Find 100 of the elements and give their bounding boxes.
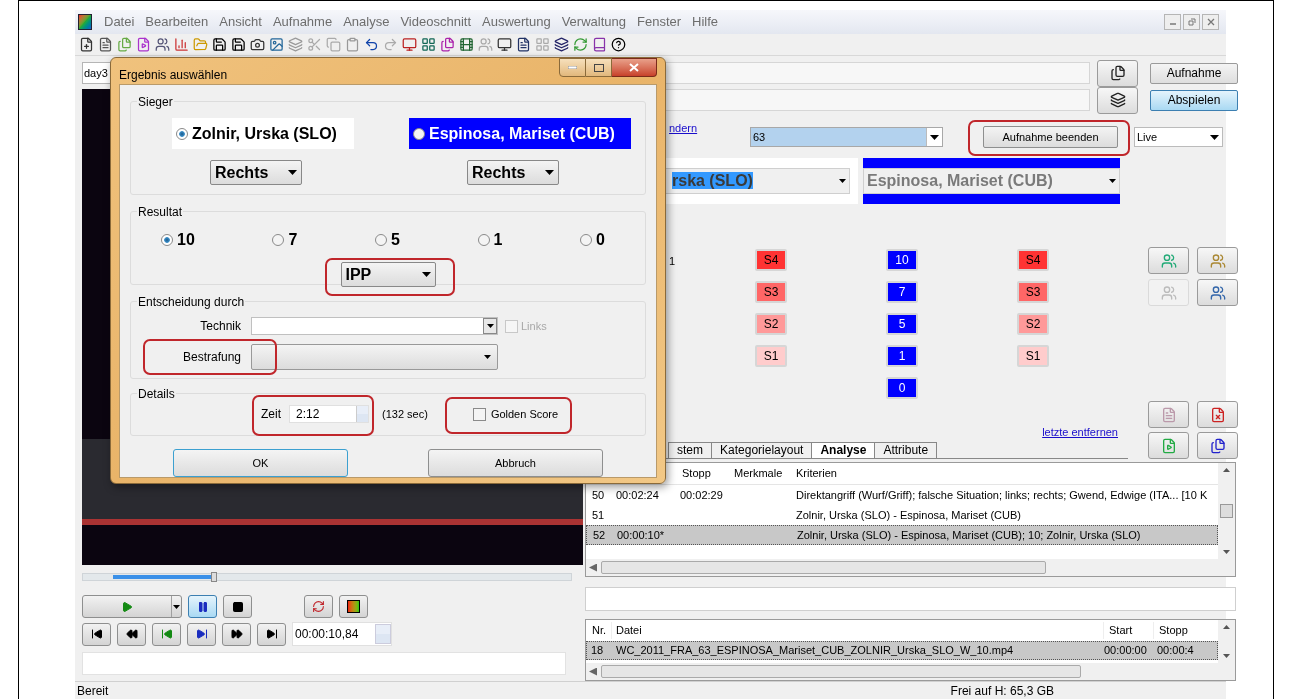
table-row[interactable]: 50 00:02:24 00:02:29 Direktangriff (Wurf/Griff); falsche Situation; links; rechts; Gwend, Edwige (ITA... [10 K <box>586 485 1218 505</box>
result-dropdown[interactable]: IPP <box>340 262 436 287</box>
play-file-button[interactable] <box>1148 432 1189 459</box>
radio-button[interactable] <box>176 127 188 140</box>
monitor-icon[interactable] <box>402 37 417 52</box>
people-icon[interactable] <box>155 37 170 52</box>
menu-item[interactable]: Videoschnitt <box>395 12 476 32</box>
score-button[interactable]: 7 <box>886 281 918 303</box>
change-link[interactable]: ndern <box>669 120 750 137</box>
athlete-combo[interactable]: Espinosa, Mariset (CUB) <box>863 158 1120 204</box>
grid-icon[interactable] <box>421 37 436 52</box>
rewind-button[interactable] <box>117 622 146 646</box>
camera-icon[interactable] <box>250 37 265 52</box>
table-row[interactable]: 52 00:00:10* Zolnir, Urska (SLO) - Espinosa, Mariset (CUB); 10; Zolnir, Urska (SLO) <box>586 525 1218 545</box>
tab[interactable]: Analyse <box>811 442 876 458</box>
radio-button[interactable] <box>161 234 173 246</box>
save-icon[interactable] <box>231 37 246 52</box>
bar-chart-icon[interactable] <box>174 37 189 52</box>
column-header[interactable]: Kriterien <box>792 465 837 482</box>
radio-button[interactable] <box>375 234 387 246</box>
column-header[interactable]: Start <box>1103 622 1153 639</box>
result-option[interactable]: 5 <box>375 228 400 252</box>
column-header[interactable]: Stopp <box>1153 622 1188 639</box>
stop-button[interactable] <box>223 595 252 618</box>
penalty-button[interactable]: S3 <box>1017 281 1049 303</box>
column-header[interactable]: Merkmale <box>732 465 792 482</box>
radio-button[interactable] <box>272 234 285 246</box>
marker-button[interactable] <box>339 595 368 618</box>
document-icon[interactable] <box>98 37 113 52</box>
record-button[interactable]: Aufnahme <box>1150 62 1238 84</box>
help-icon[interactable] <box>611 37 626 52</box>
menu-item[interactable]: Auswertung <box>477 12 556 32</box>
penalty-button[interactable]: S3 <box>755 281 787 303</box>
text-field[interactable] <box>585 587 1236 611</box>
golden-score-option[interactable]: Golden Score <box>472 405 559 423</box>
stack-button[interactable] <box>1097 86 1138 114</box>
side-dropdown[interactable]: Rechts <box>467 160 559 185</box>
time-field[interactable]: 2:12 <box>289 405 369 423</box>
penalty-dropdown[interactable] <box>251 344 498 370</box>
layers-icon[interactable] <box>554 37 569 52</box>
minimize-button[interactable] <box>1164 14 1181 30</box>
step-forward-button[interactable] <box>187 622 216 646</box>
maximize-button[interactable] <box>586 58 612 77</box>
score-button[interactable]: 1 <box>886 345 918 367</box>
pause-button[interactable] <box>188 595 217 618</box>
category-combo[interactable]: 63 <box>750 127 943 147</box>
winner-option[interactable]: Espinosa, Mariset (CUB) <box>409 118 631 149</box>
score-button[interactable]: 5 <box>886 313 918 335</box>
radio-button[interactable] <box>580 234 593 246</box>
document-icon[interactable] <box>516 37 531 52</box>
score-button[interactable]: 0 <box>886 377 918 399</box>
video-file-icon[interactable] <box>136 37 151 52</box>
menu-item[interactable]: Verwaltung <box>556 12 631 32</box>
delete-file-button[interactable] <box>1197 401 1238 428</box>
menu-item[interactable]: Fenster <box>632 12 687 32</box>
horizontal-scrollbar[interactable] <box>586 663 1235 680</box>
penalty-button[interactable]: S1 <box>1017 345 1049 367</box>
slider-thumb[interactable] <box>211 572 218 582</box>
penalty-button[interactable]: S1 <box>755 345 787 367</box>
skip-to-end-button[interactable] <box>257 622 286 646</box>
result-option[interactable]: 1 <box>477 228 503 252</box>
penalty-button[interactable]: S2 <box>1017 313 1049 335</box>
column-header[interactable]: Datei <box>611 622 1103 639</box>
documents-icon[interactable] <box>440 37 455 52</box>
horizontal-scrollbar[interactable] <box>586 559 1235 576</box>
vertical-scrollbar[interactable] <box>1218 463 1235 559</box>
notes-field[interactable] <box>82 652 566 675</box>
film-icon[interactable] <box>459 37 474 52</box>
radio-button[interactable] <box>477 234 490 246</box>
skip-to-start-button[interactable] <box>82 622 111 646</box>
position-slider[interactable] <box>82 573 572 581</box>
tab[interactable]: stem <box>668 442 712 458</box>
fast-forward-button[interactable] <box>222 622 251 646</box>
radio-button[interactable] <box>413 127 425 140</box>
vertical-scrollbar[interactable] <box>1218 620 1235 663</box>
winner-option[interactable]: Zolnir, Urska (SLO) <box>172 118 354 149</box>
result-option[interactable]: 0 <box>580 228 605 252</box>
undo-icon[interactable] <box>364 37 379 52</box>
loop-button[interactable] <box>304 595 333 618</box>
result-option[interactable]: 7 <box>272 228 298 252</box>
close-button[interactable] <box>612 58 657 77</box>
penalty-button[interactable]: S2 <box>755 313 787 335</box>
new-file-icon[interactable] <box>79 37 94 52</box>
side-dropdown[interactable]: Rechts <box>210 160 302 185</box>
time-field[interactable]: 00:00:10,84 <box>292 622 392 646</box>
stop-recording-button[interactable]: Aufnahme beenden <box>983 126 1118 148</box>
table-row[interactable]: 18 WC_2011_FRA_63_ESPINOSA_Mariset_CUB_ZOLNIR_Urska_SLO_W_10.mp4 00:00:00 00:00:4 <box>586 641 1218 660</box>
menu-item[interactable]: Datei <box>99 12 140 32</box>
play-button[interactable] <box>82 595 182 618</box>
monitor-icon[interactable] <box>497 37 512 52</box>
menu-item[interactable]: Ansicht <box>214 12 267 32</box>
menu-item[interactable]: Analyse <box>338 12 395 32</box>
penalty-button[interactable]: S4 <box>1017 249 1049 271</box>
mode-combo[interactable]: Live <box>1134 127 1223 147</box>
picture-icon[interactable] <box>269 37 284 52</box>
score-button[interactable]: 10 <box>886 249 918 271</box>
table-row[interactable]: 51 Zolnir, Urska (SLO) - Espinosa, Mariset (CUB) <box>586 505 1218 525</box>
ok-button[interactable]: OK <box>173 449 348 477</box>
tab[interactable]: Attribute <box>874 442 938 458</box>
clipboard-icon[interactable] <box>345 37 360 52</box>
